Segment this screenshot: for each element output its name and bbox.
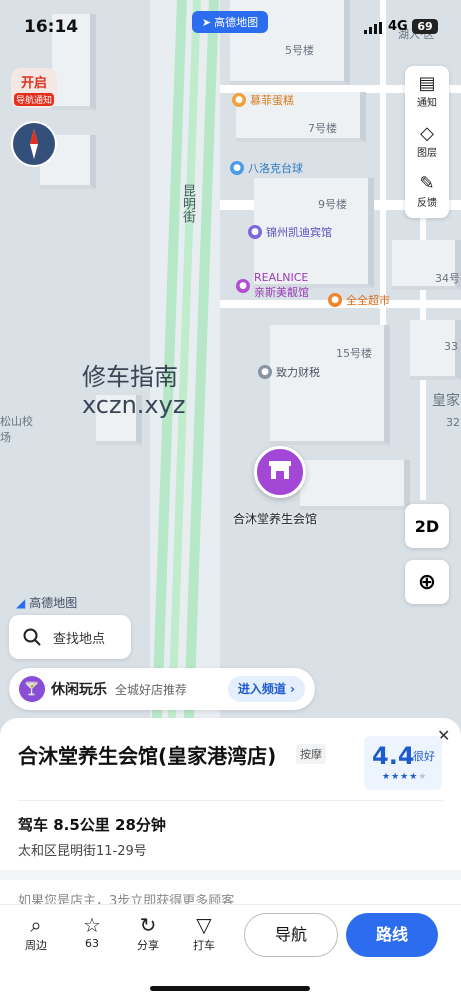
- poi-label: REALNICE 亲斯美靓馆: [254, 271, 309, 299]
- search-icon: ⌕: [30, 913, 42, 937]
- taxi-icon: ▽: [196, 913, 212, 937]
- poi-label: 致力财税: [276, 366, 320, 379]
- search-placeholder: 查找地点: [53, 631, 106, 647]
- notice-button[interactable]: ▤ 通知: [405, 66, 449, 116]
- tool-label: 反馈: [417, 198, 437, 209]
- supermarket-icon: ●: [328, 293, 342, 307]
- shop-icon: [269, 461, 291, 479]
- amap-logo-icon: ◢: [16, 595, 26, 610]
- location-pin[interactable]: [254, 446, 306, 498]
- watermark: 修车指南 xczn.xyz: [82, 363, 185, 419]
- rating-stars: ★★★★★: [382, 772, 428, 782]
- rating-label: 很好: [413, 750, 435, 763]
- building-label: 32: [446, 416, 460, 429]
- poi-label: 全全超市: [346, 294, 390, 307]
- divider: [18, 800, 443, 801]
- building-label: 34号: [435, 272, 460, 285]
- action-label: 打车: [193, 939, 215, 952]
- rating-score: 4.4: [372, 742, 415, 770]
- locate-button[interactable]: ⊕: [405, 560, 449, 604]
- nav-badge-line1: 开启: [20, 76, 47, 91]
- enter-channel-button[interactable]: 进入频道 ›: [227, 676, 305, 702]
- location-arrow-icon: ➤: [201, 15, 212, 29]
- building-icon: ●: [258, 365, 272, 379]
- building-label: 15号楼: [336, 347, 372, 360]
- share-button[interactable]: ↻ 分享: [128, 913, 168, 953]
- poi-billiards[interactable]: ● 八洛克台球: [230, 160, 303, 176]
- amap-logo: ◢ 高德地图: [16, 594, 77, 611]
- building-label: 9号楼: [318, 198, 347, 211]
- poi-beauty[interactable]: ● REALNICE 亲斯美靓馆: [236, 270, 309, 300]
- leisure-subtitle: 全城好店推荐: [115, 682, 188, 697]
- area-label: 松山校 场: [0, 415, 33, 444]
- layers-button[interactable]: ◇ 图层: [405, 116, 449, 166]
- crosshair-icon: ⊕: [417, 569, 437, 595]
- building: [270, 325, 390, 445]
- view-2d-button[interactable]: 2D: [405, 504, 449, 548]
- building: [300, 460, 410, 510]
- view-toggle-label: 2D: [414, 516, 440, 536]
- signal-icon: [364, 22, 382, 34]
- poi-label: 慕菲蛋糕: [250, 94, 294, 107]
- poi-label: 八洛克台球: [248, 162, 303, 175]
- poi-tax[interactable]: ● 致力财税: [258, 364, 320, 380]
- road-name: 昆明街: [180, 184, 195, 223]
- battery-level: 69: [412, 19, 438, 34]
- rating-card[interactable]: 4.4 很好 ★★★★★: [364, 736, 442, 790]
- layers-icon: ◇: [420, 123, 434, 144]
- map-tools-panel: ▤ 通知 ◇ 图层 ✎ 反馈: [405, 66, 449, 218]
- building-label: 7号楼: [308, 122, 337, 135]
- star-icon: ☆: [83, 913, 101, 937]
- poi-label: 锦州凯迪宾馆: [266, 226, 332, 239]
- hotel-icon: ●: [248, 225, 262, 239]
- tool-label: 图层: [417, 148, 437, 159]
- cocktail-icon: 🍸: [19, 676, 45, 702]
- navigate-button[interactable]: 导航: [244, 913, 338, 957]
- amap-pill-label: 高德地图: [214, 16, 259, 29]
- amap-app-pill[interactable]: ➤ 高德地图: [192, 11, 268, 33]
- place-title: 合沐堂养生会馆(皇家港湾店): [18, 744, 277, 768]
- poi-cake[interactable]: ● 慕菲蛋糕: [232, 92, 294, 108]
- nearby-button[interactable]: ⌕ 周边: [16, 913, 56, 953]
- leisure-banner[interactable]: 🍸 休闲玩乐 全城好店推荐 进入频道 ›: [9, 668, 315, 710]
- route-button[interactable]: 路线: [346, 913, 438, 957]
- compass-icon[interactable]: [11, 121, 57, 167]
- poi-hotel[interactable]: ● 锦州凯迪宾馆: [248, 224, 332, 240]
- cake-icon: ●: [232, 93, 246, 107]
- tool-label: 通知: [417, 98, 437, 109]
- section-gap: [0, 870, 461, 880]
- action-label: 分享: [137, 939, 159, 952]
- search-place-button[interactable]: 查找地点: [9, 615, 131, 659]
- home-indicator: [150, 986, 310, 991]
- feedback-icon: ✎: [419, 173, 435, 194]
- share-icon: ↻: [139, 913, 157, 937]
- taxi-button[interactable]: ▽ 打车: [184, 913, 224, 953]
- place-detail-sheet: ✕ 合沐堂养生会馆(皇家港湾店) 按摩 4.4 很好 ★★★★★ 驾车 8.5公…: [0, 718, 461, 1000]
- category-tag: 按摩: [296, 744, 326, 764]
- action-label: 周边: [25, 939, 47, 952]
- address: 太和区昆明街11-29号: [18, 844, 147, 859]
- feedback-button[interactable]: ✎ 反馈: [405, 166, 449, 216]
- leisure-title: 休闲玩乐: [51, 682, 107, 698]
- pin-label: 合沐堂养生会馆: [233, 512, 318, 526]
- drive-info: 驾车 8.5公里 28分钟: [18, 816, 166, 834]
- amap-logo-text: 高德地图: [29, 596, 78, 610]
- action-label: 63: [85, 937, 99, 950]
- favorite-button[interactable]: ☆ 63: [72, 913, 112, 950]
- building-label: 33: [444, 340, 458, 353]
- area-label: 皇家: [432, 393, 460, 409]
- watermark-line: 修车指南: [82, 363, 178, 391]
- beauty-icon: ●: [236, 279, 250, 293]
- network-type: 4G: [388, 19, 408, 34]
- poi-supermarket[interactable]: ● 全全超市: [328, 292, 390, 308]
- billiards-icon: ●: [230, 161, 244, 175]
- search-icon: [23, 628, 41, 646]
- clock: 16:14: [24, 17, 79, 37]
- nav-notification-badge[interactable]: 开启 导航通知: [11, 68, 57, 108]
- watermark-line: xczn.xyz: [82, 391, 186, 419]
- nav-badge-line2: 导航通知: [14, 93, 54, 106]
- notice-icon: ▤: [418, 73, 436, 94]
